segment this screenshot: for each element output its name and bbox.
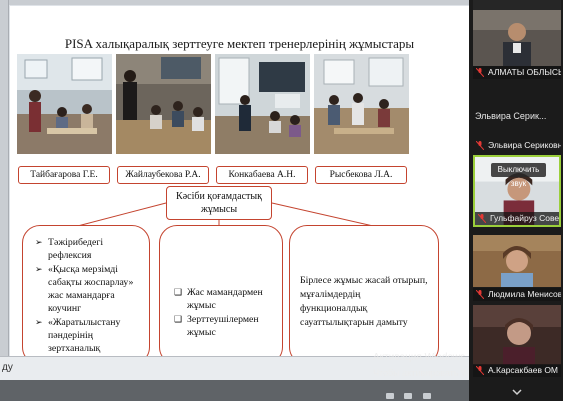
participant-video-lyudmila[interactable] (473, 235, 561, 287)
muted-mic-icon (476, 290, 484, 299)
right-panel-text: Бірлесе жұмыс жасай отырып, мұғалімдерді… (300, 275, 428, 328)
arrow-bullet-icon: ➢ (35, 237, 43, 247)
muted-mic-icon (478, 214, 486, 223)
muted-mic-icon (476, 141, 484, 150)
middle-panel-list: ❑ Жас мамандармен жұмыс ❑ Зерттеушілермен … (174, 286, 276, 339)
participant-name-tag: Эльвира Сериковна (473, 139, 561, 152)
right-panel: Бірлесе жұмыс жасай отырып, мұғалімдерді… (289, 225, 439, 356)
participant-name-tag: Гульфайруз Советова ... (475, 212, 559, 225)
muted-mic-icon (476, 366, 484, 375)
participant-name-tag: Людмила Менисова (473, 288, 561, 301)
status-bar (0, 380, 469, 401)
presentation-window: PISA халықаралық зерттеуге мектеп тренер… (0, 0, 469, 356)
window-top-edge (0, 0, 469, 5)
shared-screen: PISA халықаралық зерттеуге мектеп тренер… (0, 0, 469, 401)
square-bullet-icon: ❑ (174, 314, 183, 324)
status-icons (386, 386, 437, 399)
mute-participant-button[interactable]: Выключить звук (491, 163, 546, 188)
professional-community-box: Кәсіби қоғамдастық жұмысы (166, 186, 272, 220)
participant-name-tag: А.Карсакбаев ОМ Қ... (473, 364, 561, 377)
slide: PISA халықаралық зерттеуге мектеп тренер… (10, 6, 469, 356)
chevron-down-icon[interactable] (512, 388, 522, 396)
view-reading-icon[interactable] (422, 393, 431, 399)
muted-mic-icon (476, 68, 484, 77)
middle-panel: ❑ Жас мамандармен жұмыс ❑ Зерттеушілермен … (159, 225, 283, 356)
list-item: ❑ Жас мамандармен жұмыс (174, 287, 263, 311)
center-box-line-2: жұмысы (200, 204, 238, 215)
participant-video-almaty[interactable] (473, 10, 561, 66)
bottom-bar-text: ду (2, 362, 13, 373)
participant-video-karsakbaev[interactable] (473, 305, 561, 365)
list-item: ➢ Тәжірибедегі рефлексия (35, 237, 104, 261)
left-panel: ➢ Тәжірибедегі рефлексия ➢ «Қысқа мерзімді… (22, 225, 150, 356)
center-box-line-1: Кәсіби қоғамдастық (176, 191, 262, 202)
participant-name-large: Эльвира Серик... (475, 111, 547, 121)
left-panel-list: ➢ Тәжірибедегі рефлексия ➢ «Қысқа мерзімді… (35, 236, 143, 356)
list-item: ❑ Зерттеушілермен жұмыс (174, 314, 259, 338)
participant-name-tag: АЛМАТЫ ОБЛЫСЫ... (473, 66, 561, 79)
view-normal-icon[interactable] (386, 393, 394, 399)
window-left-edge (0, 0, 9, 356)
windows-activation-watermark: Активация Windows (373, 352, 466, 363)
arrow-bullet-icon: ➢ (35, 264, 43, 274)
square-bullet-icon: ❑ (174, 287, 183, 297)
arrow-bullet-icon: ➢ (35, 317, 43, 327)
list-item: ➢«Жаратылыстану пәндерінің зертханалық с… (35, 317, 121, 354)
list-item: ➢ «Қысқа мерзімді сабақты жоспарлау» жас … (35, 264, 134, 314)
view-sorter-icon[interactable] (404, 393, 413, 399)
